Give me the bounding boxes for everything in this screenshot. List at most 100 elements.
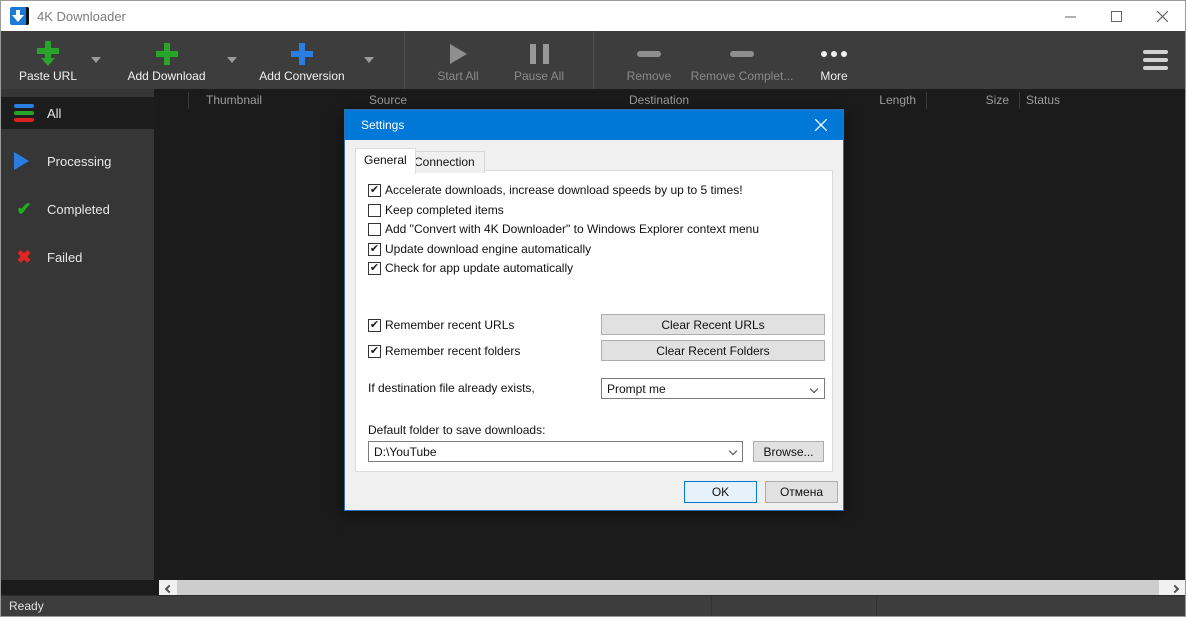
file-exists-label: If destination file already exists, — [368, 381, 535, 395]
add-conversion-button[interactable]: Add Conversion — [251, 31, 353, 89]
checkmark-icon: ✔ — [370, 346, 379, 357]
ok-button[interactable]: OK — [684, 481, 757, 503]
app-icon — [10, 7, 29, 25]
cancel-button[interactable]: Отмена — [765, 481, 838, 503]
sidebar-item-failed[interactable]: ✖ Failed — [1, 241, 154, 273]
checkmark-icon: ✔ — [370, 320, 379, 331]
browse-button[interactable]: Browse... — [753, 441, 824, 462]
pause-all-icon — [530, 44, 549, 64]
start-all-button[interactable]: Start All — [417, 31, 499, 89]
settings-dialog: Settings General Connection ✔ Accelerate… — [344, 109, 844, 511]
sidebar-item-all[interactable]: All — [1, 97, 154, 129]
checkbox-keep-completed[interactable]: Keep completed items — [368, 202, 504, 218]
toolbar-separator — [593, 31, 594, 89]
clear-recent-folders-button[interactable]: Clear Recent Folders — [601, 340, 825, 361]
chevron-right-icon — [1171, 584, 1179, 592]
completed-check-icon: ✔ — [14, 199, 34, 219]
remove-completed-button[interactable]: Remove Complet... — [691, 31, 793, 89]
checkbox-box — [368, 223, 381, 236]
tab-connection[interactable]: Connection — [404, 151, 485, 173]
column-header-thumbnail[interactable]: Thumbnail — [206, 89, 262, 111]
column-separator — [1019, 92, 1020, 109]
dialog-title-bar: Settings — [345, 110, 843, 140]
checkbox-box: ✔ — [368, 243, 381, 256]
add-download-button[interactable]: Add Download — [119, 31, 214, 89]
checkmark-icon: ✔ — [370, 185, 379, 196]
all-filter-icon — [14, 104, 34, 122]
more-icon — [821, 51, 847, 57]
checkbox-remember-folders[interactable]: ✔ Remember recent folders — [368, 343, 520, 359]
checkbox-box: ✔ — [368, 345, 381, 358]
file-exists-select[interactable]: Prompt me — [601, 378, 825, 399]
toolbar: Paste URL Add Download Add Conversion St… — [1, 31, 1185, 89]
checkbox-remember-urls[interactable]: ✔ Remember recent URLs — [368, 317, 514, 333]
remove-icon — [637, 51, 661, 57]
column-header-destination[interactable]: Destination — [629, 89, 689, 111]
menu-button[interactable] — [1137, 31, 1173, 89]
maximize-icon — [1111, 11, 1122, 22]
more-button[interactable]: More — [803, 31, 865, 89]
checkbox-box: ✔ — [368, 184, 381, 197]
status-bar: Ready — [1, 595, 1185, 616]
checkbox-box: ✔ — [368, 319, 381, 332]
statusbar-separator — [711, 596, 712, 616]
general-settings-panel: ✔ Accelerate downloads, increase downloa… — [355, 170, 833, 472]
checkbox-check-app-update[interactable]: ✔ Check for app update automatically — [368, 260, 573, 276]
minimize-icon — [1065, 11, 1076, 22]
chevron-down-icon — [227, 57, 237, 63]
close-button[interactable] — [1139, 1, 1185, 31]
window-controls — [1047, 1, 1185, 31]
paste-url-icon — [37, 41, 59, 67]
checkmark-icon: ✔ — [370, 244, 379, 255]
checkmark-icon: ✔ — [370, 263, 379, 274]
default-folder-label: Default folder to save downloads: — [368, 423, 545, 437]
processing-icon — [14, 152, 29, 170]
sidebar-item-completed[interactable]: ✔ Completed — [1, 193, 154, 225]
failed-cross-icon: ✖ — [14, 247, 34, 267]
close-icon — [815, 119, 827, 131]
remove-button[interactable]: Remove — [609, 31, 689, 89]
app-title: 4K Downloader — [37, 9, 126, 24]
clear-recent-urls-button[interactable]: Clear Recent URLs — [601, 314, 825, 335]
close-icon — [1157, 11, 1168, 22]
default-folder-combo — [368, 441, 743, 462]
remove-completed-icon — [730, 51, 754, 57]
paste-url-dropdown[interactable] — [87, 31, 105, 89]
chevron-left-icon — [165, 584, 173, 592]
dialog-close-button[interactable] — [799, 110, 843, 140]
paste-url-button[interactable]: Paste URL — [9, 31, 87, 89]
checkbox-update-engine[interactable]: ✔ Update download engine automatically — [368, 241, 591, 257]
app-window: 4K Downloader Paste URL Add Download — [0, 0, 1186, 617]
status-text: Ready — [9, 596, 44, 616]
column-header-size[interactable]: Size — [951, 89, 1009, 111]
add-conversion-dropdown[interactable] — [360, 31, 378, 89]
add-conversion-icon — [291, 43, 313, 65]
column-header-status[interactable]: Status — [1026, 89, 1060, 111]
default-folder-input[interactable] — [368, 441, 743, 462]
sidebar: All Processing ✔ Completed ✖ Failed — [1, 89, 154, 580]
hamburger-icon — [1143, 50, 1168, 54]
toolbar-separator — [404, 31, 405, 89]
column-header-source[interactable]: Source — [369, 89, 407, 111]
column-separator — [926, 92, 927, 109]
add-download-dropdown[interactable] — [223, 31, 241, 89]
chevron-down-icon — [91, 57, 101, 63]
column-separator — [188, 92, 189, 109]
add-download-icon — [156, 43, 178, 65]
title-bar: 4K Downloader — [1, 1, 1185, 31]
statusbar-separator — [876, 596, 877, 616]
minimize-button[interactable] — [1047, 1, 1093, 31]
checkbox-box — [368, 204, 381, 217]
pause-all-button[interactable]: Pause All — [499, 31, 579, 89]
checkbox-box: ✔ — [368, 262, 381, 275]
checkbox-explorer-context-menu[interactable]: Add "Convert with 4K Downloader" to Wind… — [368, 221, 759, 237]
chevron-down-icon — [364, 57, 374, 63]
column-header-length[interactable]: Length — [846, 89, 916, 111]
sidebar-item-processing[interactable]: Processing — [1, 145, 154, 177]
tab-general[interactable]: General — [355, 148, 416, 174]
dialog-title: Settings — [361, 118, 404, 132]
checkbox-accelerate-downloads[interactable]: ✔ Accelerate downloads, increase downloa… — [368, 182, 743, 198]
maximize-button[interactable] — [1093, 1, 1139, 31]
chevron-down-icon — [810, 385, 818, 393]
start-all-icon — [450, 44, 467, 64]
